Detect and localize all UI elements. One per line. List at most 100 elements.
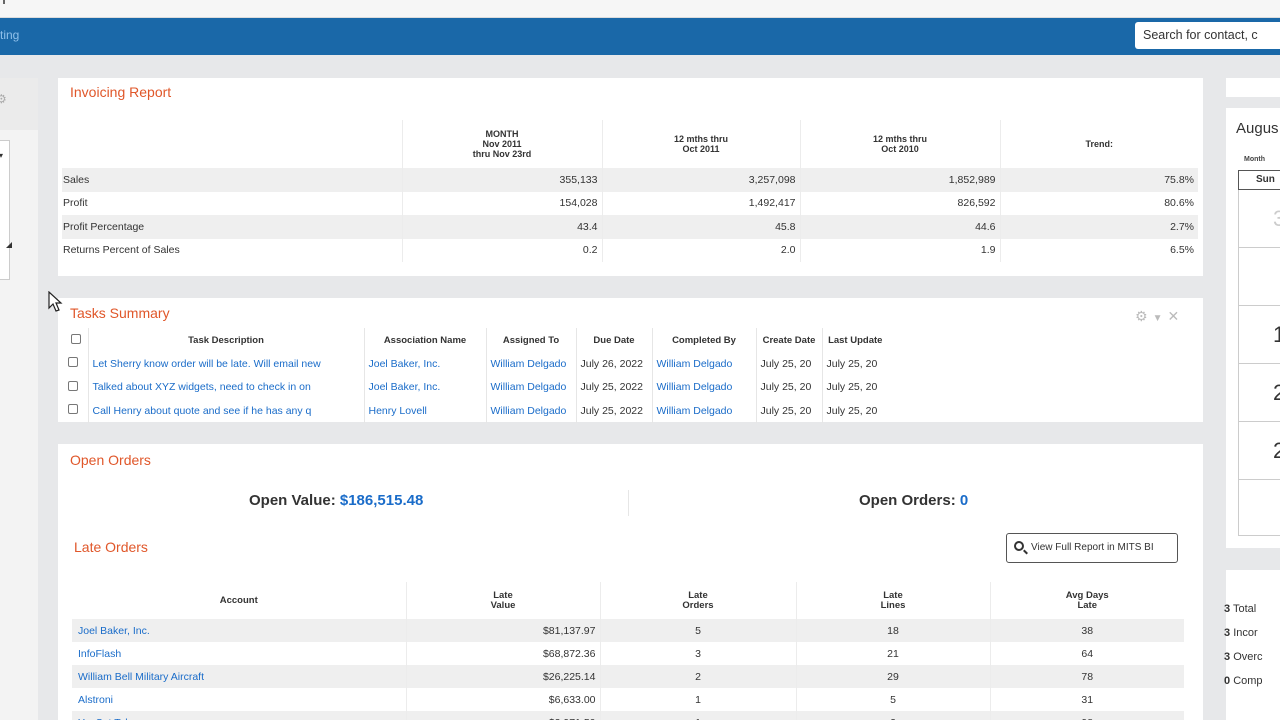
late-order-count: 1 xyxy=(599,711,796,720)
chevron-down-icon[interactable]: ▼ xyxy=(1153,313,1163,324)
invoicing-row: Profit Percentage 43.4 45.8 44.6 2.7% xyxy=(62,215,1198,239)
late-orders-header-cell[interactable]: Late Value xyxy=(405,582,600,619)
late-order-account-link[interactable]: InfoFlash xyxy=(72,642,406,665)
checkbox-icon[interactable] xyxy=(68,357,78,368)
invoicing-cell: 2.7% xyxy=(999,215,1198,239)
tasks-header-cell[interactable]: Last Update xyxy=(821,328,888,352)
tasks-toolbar: ⚙ ▼ ✕ xyxy=(1130,308,1179,325)
checkbox-icon[interactable] xyxy=(68,380,78,391)
calendar-day-header: Sun xyxy=(1238,170,1280,190)
task-description-link[interactable]: Talked about XYZ widgets, need to check … xyxy=(87,375,364,399)
resize-handle-icon[interactable] xyxy=(6,242,12,248)
task-last-update: July 25, 20 xyxy=(821,375,888,399)
late-order-avg-days: 78 xyxy=(989,665,1184,688)
calendar-cell[interactable]: 2 xyxy=(1238,422,1280,480)
tasks-summary-title: Tasks Summary xyxy=(70,305,170,321)
checkbox-icon[interactable] xyxy=(70,333,81,344)
task-assigned-link[interactable]: William Delgado xyxy=(485,352,576,376)
late-order-value: $2,971.50 xyxy=(405,711,600,720)
invoicing-row-label: Sales xyxy=(62,168,402,192)
late-order-value: $6,633.00 xyxy=(405,688,600,711)
divider xyxy=(628,490,629,516)
task-association-link[interactable]: Joel Baker, Inc. xyxy=(363,375,486,399)
task-completed-by-link[interactable]: William Delgado xyxy=(651,352,756,376)
late-order-count: 1 xyxy=(599,688,796,711)
tasks-header-cell[interactable]: Due Date xyxy=(575,328,652,352)
close-icon[interactable]: ✕ xyxy=(1167,308,1179,324)
calendar-cell[interactable]: 2 xyxy=(1238,364,1280,422)
late-order-avg-days: 98 xyxy=(989,711,1184,720)
late-orders-header-cell[interactable]: Account xyxy=(72,582,406,619)
task-description-link[interactable]: Call Henry about quote and see if he has… xyxy=(87,399,364,423)
task-checkbox-cell[interactable] xyxy=(64,352,88,376)
task-assigned-link[interactable]: William Delgado xyxy=(485,399,576,423)
invoicing-header-cell: MONTH Nov 2011 thru Nov 23rd xyxy=(401,120,602,168)
right-sidebar-header xyxy=(1226,78,1280,97)
late-order-row: InfoFlash $68,872.36 3 21 64 xyxy=(72,642,1184,665)
open-orders-label: Open Orders: xyxy=(859,492,956,509)
calendar-cell[interactable]: 1 xyxy=(1238,306,1280,364)
task-due-date: July 26, 2022 xyxy=(575,352,652,376)
invoicing-cell: 2.0 xyxy=(601,238,800,262)
tasks-header-cell[interactable]: Task Description xyxy=(87,328,364,352)
open-orders-card: Open Orders Open Value: $186,515.48 Open… xyxy=(58,444,1203,720)
tasks-header-cell[interactable]: Create Date xyxy=(755,328,822,352)
invoicing-header-cell: 12 mths thru Oct 2011 xyxy=(601,120,800,168)
invoicing-report-title: Invoicing Report xyxy=(70,84,172,100)
strip-mark xyxy=(3,0,5,4)
task-association-link[interactable]: Henry Lovell xyxy=(363,399,486,423)
invoicing-header-row: MONTH Nov 2011 thru Nov 23rd 12 mths thru O… xyxy=(62,120,1198,168)
calendar-cell[interactable] xyxy=(1238,248,1280,306)
stat-total[interactable]: 3 Total xyxy=(1224,603,1256,615)
late-orders-header-cell[interactable]: Late Lines xyxy=(795,582,990,619)
tasks-table: Task Description Association Name Assign… xyxy=(64,328,888,423)
select-all-checkbox[interactable] xyxy=(64,328,88,352)
open-orders-title: Open Orders xyxy=(70,452,151,468)
late-order-row: YouSet Tobacco $2,971.50 1 2 98 xyxy=(72,711,1184,720)
stat-completed[interactable]: 0 Comp xyxy=(1224,675,1263,687)
calendar-title: Augus xyxy=(1236,120,1279,137)
late-orders-header-cell[interactable]: Avg Days Late xyxy=(989,582,1184,619)
calendar-cell[interactable]: 3 xyxy=(1238,190,1280,248)
stat-overdue[interactable]: 3 Overc xyxy=(1224,651,1263,663)
calendar-view-month[interactable]: Month xyxy=(1244,156,1265,163)
tasks-summary-card: Tasks Summary ⚙ ▼ ✕ Task Description Assoc… xyxy=(58,298,1203,423)
invoicing-report-card: Invoicing Report MONTH Nov 2011 thru Nov 2… xyxy=(58,78,1203,276)
task-checkbox-cell[interactable] xyxy=(64,399,88,423)
late-order-count: 5 xyxy=(599,619,796,642)
chevron-down-icon: ▾ xyxy=(0,151,4,160)
invoicing-cell: 1,492,417 xyxy=(601,191,800,215)
calendar-cell[interactable] xyxy=(1238,480,1280,536)
tasks-header-cell[interactable]: Assigned To xyxy=(485,328,576,352)
search-input[interactable]: Search for contact, c xyxy=(1135,22,1280,49)
nav-item-label[interactable]: ting xyxy=(0,28,19,42)
left-sidebar: ⚙ ▾ xyxy=(0,78,38,720)
task-row: Talked about XYZ widgets, need to check … xyxy=(64,375,888,400)
left-sidebar-dropdown[interactable]: ▾ xyxy=(0,140,10,280)
task-description-link[interactable]: Let Sherry know order will be late. Will… xyxy=(87,352,364,376)
gear-icon[interactable]: ⚙ xyxy=(0,93,7,105)
late-order-value: $81,137.97 xyxy=(405,619,600,642)
view-full-report-button[interactable]: View Full Report in MITS BI xyxy=(1006,533,1178,563)
task-row: Let Sherry know order will be late. Will… xyxy=(64,352,888,376)
late-order-account-link[interactable]: Joel Baker, Inc. xyxy=(72,619,406,642)
invoicing-header-cell xyxy=(62,120,402,168)
tasks-header-cell[interactable]: Completed By xyxy=(651,328,756,352)
calendar-widget: Augus Month Sun 3 1 2 2 xyxy=(1226,108,1280,548)
task-association-link[interactable]: Joel Baker, Inc. xyxy=(363,352,486,376)
stat-incomplete[interactable]: 3 Incor xyxy=(1224,627,1258,639)
open-value: Open Value: $186,515.48 xyxy=(249,492,423,509)
task-completed-by-link[interactable]: William Delgado xyxy=(651,375,756,399)
late-order-value: $26,225.14 xyxy=(405,665,600,688)
late-order-account-link[interactable]: Alstroni xyxy=(72,688,406,711)
task-assigned-link[interactable]: William Delgado xyxy=(485,375,576,399)
tasks-header-cell[interactable]: Association Name xyxy=(363,328,486,352)
gear-icon[interactable]: ⚙ xyxy=(1135,308,1148,324)
late-order-account-link[interactable]: William Bell Military Aircraft xyxy=(72,665,406,688)
task-completed-by-link[interactable]: William Delgado xyxy=(651,399,756,423)
task-checkbox-cell[interactable] xyxy=(64,376,88,400)
late-orders-header-cell[interactable]: Late Orders xyxy=(599,582,796,619)
late-order-account-link[interactable]: YouSet Tobacco xyxy=(72,711,406,720)
late-order-avg-days: 64 xyxy=(989,642,1184,665)
checkbox-icon[interactable] xyxy=(68,404,78,415)
